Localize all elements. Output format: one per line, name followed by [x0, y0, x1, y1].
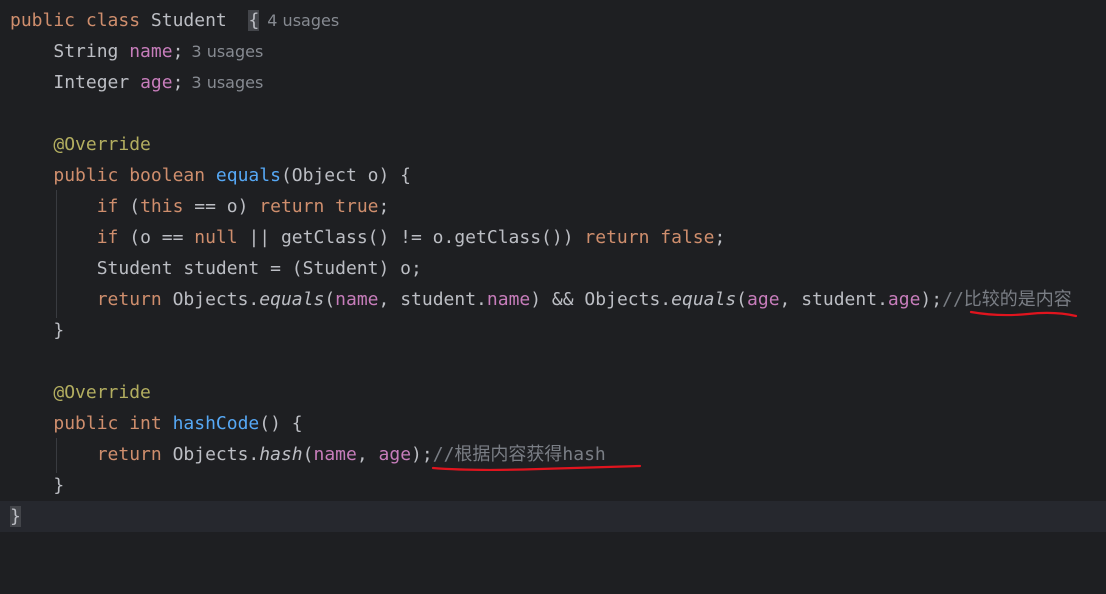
static-method: equals: [671, 289, 737, 310]
code-text: Student student = (Student) o;: [96, 258, 422, 279]
semicolon: ;: [172, 72, 184, 93]
keyword: null: [194, 227, 238, 248]
method-name: hashCode: [172, 413, 260, 434]
field-name: age: [378, 444, 412, 465]
method-name: equals: [215, 165, 281, 186]
field-name: name: [313, 444, 357, 465]
keyword: public int: [53, 413, 173, 434]
field-name: age: [140, 72, 173, 93]
usages-hint[interactable]: 4 usages: [267, 11, 339, 30]
field-name: age: [887, 289, 921, 310]
type-name: String: [53, 41, 130, 62]
code-text: || getClass() != o.getClass()): [237, 227, 585, 248]
code-text: );: [920, 289, 943, 310]
code-text: Objects.: [161, 444, 260, 465]
code-line[interactable]: if (o == null || getClass() != o.getClas…: [0, 222, 1106, 253]
keyword: return: [96, 289, 162, 310]
field-name: name: [129, 41, 173, 62]
field-name: name: [486, 289, 531, 310]
class-name: Student: [150, 10, 249, 31]
code-line[interactable]: @Override: [0, 377, 1106, 408]
code-text: (: [324, 289, 336, 310]
code-text: == o): [183, 196, 260, 217]
code-line[interactable]: @Override: [0, 129, 1106, 160]
current-code-line[interactable]: }: [0, 501, 1106, 532]
usages-hint[interactable]: 3 usages: [191, 42, 263, 61]
static-method: equals: [259, 289, 325, 310]
code-text: , student.: [378, 289, 487, 310]
keyword: if: [96, 227, 119, 248]
keyword: true: [335, 196, 379, 217]
method-params: (Object o) {: [280, 165, 411, 186]
code-line[interactable]: public int hashCode() {: [0, 408, 1106, 439]
keyword: false: [660, 227, 715, 248]
code-text: (: [118, 196, 141, 217]
keyword: return: [96, 444, 162, 465]
code-text: (: [736, 289, 748, 310]
code-line[interactable]: Integer age; 3 usages: [0, 67, 1106, 98]
usages-hint[interactable]: 3 usages: [191, 73, 263, 92]
code-text: ,: [356, 444, 379, 465]
keyword: return: [259, 196, 325, 217]
code-line[interactable]: return Objects.equals(name, student.name…: [0, 284, 1106, 315]
code-text: , student.: [779, 289, 888, 310]
code-line[interactable]: Student student = (Student) o;: [0, 253, 1106, 284]
keyword: if: [96, 196, 119, 217]
static-method: hash: [259, 444, 303, 465]
closing-brace: }: [53, 320, 65, 341]
red-underline-mark: [969, 310, 1078, 318]
red-underline-mark: [431, 464, 642, 472]
code-line[interactable]: if (this == o) return true;: [0, 191, 1106, 222]
keyword: this: [140, 196, 184, 217]
matched-brace: {: [248, 10, 260, 31]
code-editor[interactable]: public class Student {4 usages String na…: [0, 0, 1106, 538]
annotation: @Override: [53, 382, 151, 403]
keyword: public boolean: [53, 165, 216, 186]
code-line[interactable]: String name; 3 usages: [0, 36, 1106, 67]
field-name: name: [335, 289, 379, 310]
semicolon: ;: [172, 41, 184, 62]
code-line[interactable]: }: [0, 315, 1106, 346]
keyword: public class: [10, 10, 151, 31]
code-text: Objects.: [161, 289, 260, 310]
field-name: age: [747, 289, 780, 310]
matched-brace: }: [10, 506, 21, 527]
code-text: (o ==: [118, 227, 195, 248]
method-params: () {: [259, 413, 303, 434]
code-line[interactable]: public class Student {4 usages: [0, 5, 1106, 36]
code-line[interactable]: public boolean equals(Object o) {: [0, 160, 1106, 191]
keyword: return: [584, 227, 650, 248]
annotation: @Override: [53, 134, 151, 155]
code-text: (: [302, 444, 314, 465]
code-text: ;: [714, 227, 726, 248]
code-text: ) && Objects.: [530, 289, 672, 310]
type-name: Integer: [53, 72, 141, 93]
closing-brace: }: [53, 475, 65, 496]
code-text: ;: [378, 196, 390, 217]
